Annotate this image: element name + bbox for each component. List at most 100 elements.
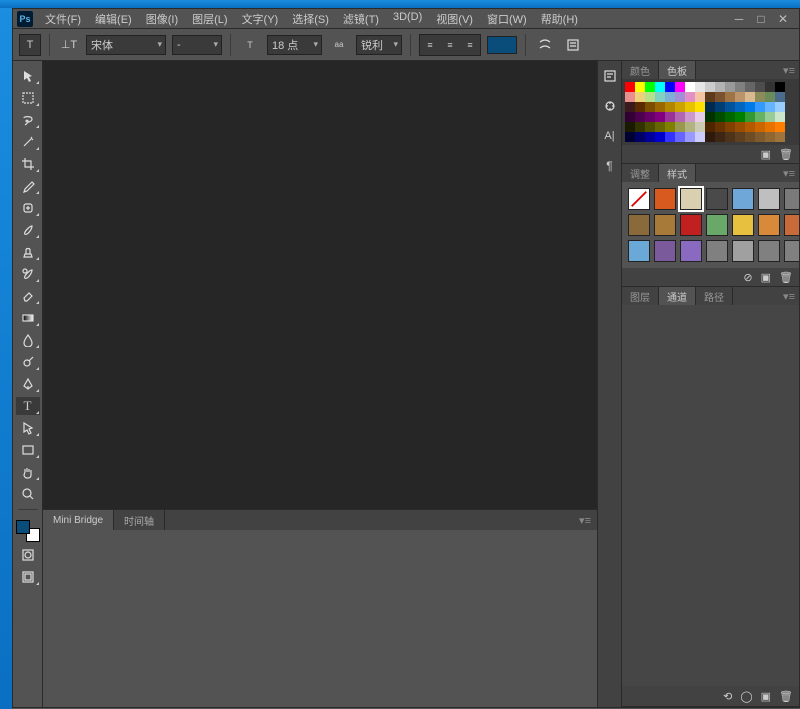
swatch[interactable]	[735, 102, 745, 112]
style-preset[interactable]	[706, 188, 728, 210]
new-swatch-icon[interactable]: ▣	[761, 148, 771, 161]
swatch[interactable]	[755, 132, 765, 142]
swatch[interactable]	[765, 82, 775, 92]
style-preset[interactable]	[732, 188, 754, 210]
history-panel-icon[interactable]	[601, 67, 619, 85]
swatch[interactable]	[775, 82, 785, 92]
character-panel-icon[interactable]	[562, 34, 584, 56]
swatch[interactable]	[725, 102, 735, 112]
swatch[interactable]	[635, 132, 645, 142]
swatch[interactable]	[725, 92, 735, 102]
swatch[interactable]	[725, 112, 735, 122]
swatch[interactable]	[685, 112, 695, 122]
style-preset[interactable]	[732, 240, 754, 262]
swatch[interactable]	[775, 102, 785, 112]
swatch[interactable]	[665, 132, 675, 142]
menu-type[interactable]: 文字(Y)	[236, 9, 285, 29]
swatch[interactable]	[705, 112, 715, 122]
style-preset[interactable]	[654, 188, 676, 210]
swatch[interactable]	[765, 132, 775, 142]
hand-tool-icon[interactable]	[16, 463, 40, 481]
swatch[interactable]	[665, 92, 675, 102]
type-tool-icon[interactable]: T	[16, 397, 40, 415]
swatch[interactable]	[635, 102, 645, 112]
new-layer-icon[interactable]: ▣	[761, 690, 771, 703]
move-tool-icon[interactable]	[16, 67, 40, 85]
crop-tool-icon[interactable]	[16, 155, 40, 173]
panel-menu-icon[interactable]: ▾≡	[779, 64, 799, 77]
swatch[interactable]	[645, 102, 655, 112]
swatch[interactable]	[665, 112, 675, 122]
swatch[interactable]	[685, 132, 695, 142]
tab-color[interactable]: 颜色	[622, 61, 659, 79]
layers-body[interactable]	[622, 305, 799, 686]
panel-menu-icon[interactable]: ▾≡	[779, 167, 799, 180]
swatch[interactable]	[685, 92, 695, 102]
warp-text-icon[interactable]	[534, 34, 556, 56]
style-preset[interactable]	[628, 240, 650, 262]
properties-panel-icon[interactable]	[601, 97, 619, 115]
tab-channels[interactable]: 通道	[659, 287, 696, 305]
swatch[interactable]	[655, 112, 665, 122]
swatch[interactable]	[625, 82, 635, 92]
swatch[interactable]	[625, 132, 635, 142]
style-preset[interactable]	[680, 214, 702, 236]
swatch[interactable]	[685, 102, 695, 112]
delete-style-icon[interactable]: 🗑	[779, 271, 793, 284]
swatch[interactable]	[675, 122, 685, 132]
swatch[interactable]	[725, 122, 735, 132]
tab-styles[interactable]: 样式	[659, 164, 696, 182]
clear-style-icon[interactable]: ⊘	[743, 271, 752, 284]
style-preset[interactable]	[732, 214, 754, 236]
swatch[interactable]	[665, 82, 675, 92]
swatch[interactable]	[655, 82, 665, 92]
swatch[interactable]	[705, 102, 715, 112]
align-center-icon[interactable]: ≡	[440, 35, 460, 55]
menu-help[interactable]: 帮助(H)	[535, 9, 584, 29]
rectangle-tool-icon[interactable]	[16, 441, 40, 459]
menu-view[interactable]: 视图(V)	[430, 9, 479, 29]
swatch[interactable]	[775, 132, 785, 142]
path-selection-tool-icon[interactable]	[16, 419, 40, 437]
swatch[interactable]	[645, 82, 655, 92]
style-preset[interactable]	[784, 188, 799, 210]
swatch[interactable]	[665, 122, 675, 132]
swatch[interactable]	[625, 122, 635, 132]
swatch[interactable]	[715, 132, 725, 142]
swatch[interactable]	[625, 112, 635, 122]
screen-mode-icon[interactable]	[16, 568, 40, 586]
swatch[interactable]	[705, 122, 715, 132]
swatch[interactable]	[765, 112, 775, 122]
menu-image[interactable]: 图像(I)	[140, 9, 184, 29]
healing-brush-tool-icon[interactable]	[16, 199, 40, 217]
style-preset[interactable]	[628, 188, 650, 210]
foreground-background-colors[interactable]	[16, 520, 40, 542]
swatch[interactable]	[765, 122, 775, 132]
font-family-dropdown[interactable]: 宋体	[86, 35, 166, 55]
swatch[interactable]	[635, 82, 645, 92]
paragraph-panel-icon[interactable]: ¶	[601, 157, 619, 175]
type-tool-indicator-icon[interactable]: T	[19, 34, 41, 56]
menu-window[interactable]: 窗口(W)	[481, 9, 533, 29]
maximize-button[interactable]: □	[755, 13, 767, 25]
align-right-icon[interactable]: ≡	[460, 35, 480, 55]
swatch[interactable]	[695, 112, 705, 122]
style-preset[interactable]	[758, 240, 780, 262]
tab-paths[interactable]: 路径	[696, 287, 733, 305]
style-preset[interactable]	[628, 214, 650, 236]
swatch[interactable]	[755, 82, 765, 92]
swatch[interactable]	[685, 82, 695, 92]
swatch[interactable]	[695, 82, 705, 92]
font-size-dropdown[interactable]: 18 点	[267, 35, 322, 55]
swatch[interactable]	[745, 132, 755, 142]
magic-wand-tool-icon[interactable]	[16, 133, 40, 151]
swatch[interactable]	[745, 122, 755, 132]
style-preset[interactable]	[654, 240, 676, 262]
swatch[interactable]	[735, 82, 745, 92]
swatch[interactable]	[635, 92, 645, 102]
layer-mask-icon[interactable]: ◯	[740, 690, 752, 703]
style-preset[interactable]	[758, 188, 780, 210]
delete-layer-icon[interactable]: 🗑	[779, 690, 793, 703]
menu-select[interactable]: 选择(S)	[286, 9, 335, 29]
eyedropper-tool-icon[interactable]	[16, 177, 40, 195]
